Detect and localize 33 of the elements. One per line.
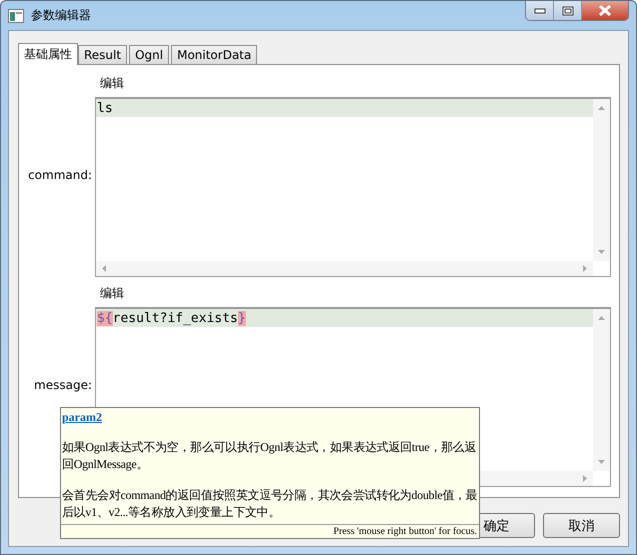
tab[interactable]: Ognl [129, 45, 170, 64]
scroll-up-icon[interactable] [598, 106, 605, 110]
close-button[interactable] [582, 1, 628, 20]
minimize-icon [534, 8, 546, 14]
minimize-button[interactable] [526, 1, 554, 20]
horizontal-scrollbar[interactable] [96, 261, 593, 276]
tab[interactable]: Result [78, 45, 128, 64]
field-label: command: [27, 168, 93, 182]
maximize-icon [562, 6, 574, 16]
code-text: result?if_exists [112, 310, 238, 326]
code-text: ${ [97, 310, 113, 326]
dialog-button[interactable]: 取消 [543, 513, 620, 538]
scroll-right-icon[interactable] [583, 475, 587, 482]
vertical-scrollbar[interactable] [593, 99, 610, 261]
maximize-button[interactable] [554, 1, 582, 20]
scroll-right-icon[interactable] [583, 265, 587, 272]
vertical-scrollbar[interactable] [593, 309, 610, 471]
scroll-left-icon[interactable] [102, 265, 106, 272]
window-icon [8, 8, 24, 22]
tooltip-footer: Press 'mouse right button' for focus. [61, 524, 479, 538]
field-label: message: [33, 378, 93, 392]
code-text: ls [97, 100, 113, 116]
tab[interactable]: MonitorData [171, 45, 258, 64]
window-title: 参数编辑器 [31, 7, 91, 24]
scroll-down-icon[interactable] [598, 460, 605, 464]
scroll-up-icon[interactable] [598, 316, 605, 320]
code-text: } [238, 310, 246, 326]
editor-label: 编辑 [99, 285, 125, 302]
editor-label: 编辑 [99, 75, 125, 92]
close-icon [598, 5, 612, 16]
code-editor[interactable]: ls [95, 97, 611, 277]
tab[interactable]: 基础属性 [18, 43, 78, 65]
scroll-down-icon[interactable] [598, 250, 605, 254]
